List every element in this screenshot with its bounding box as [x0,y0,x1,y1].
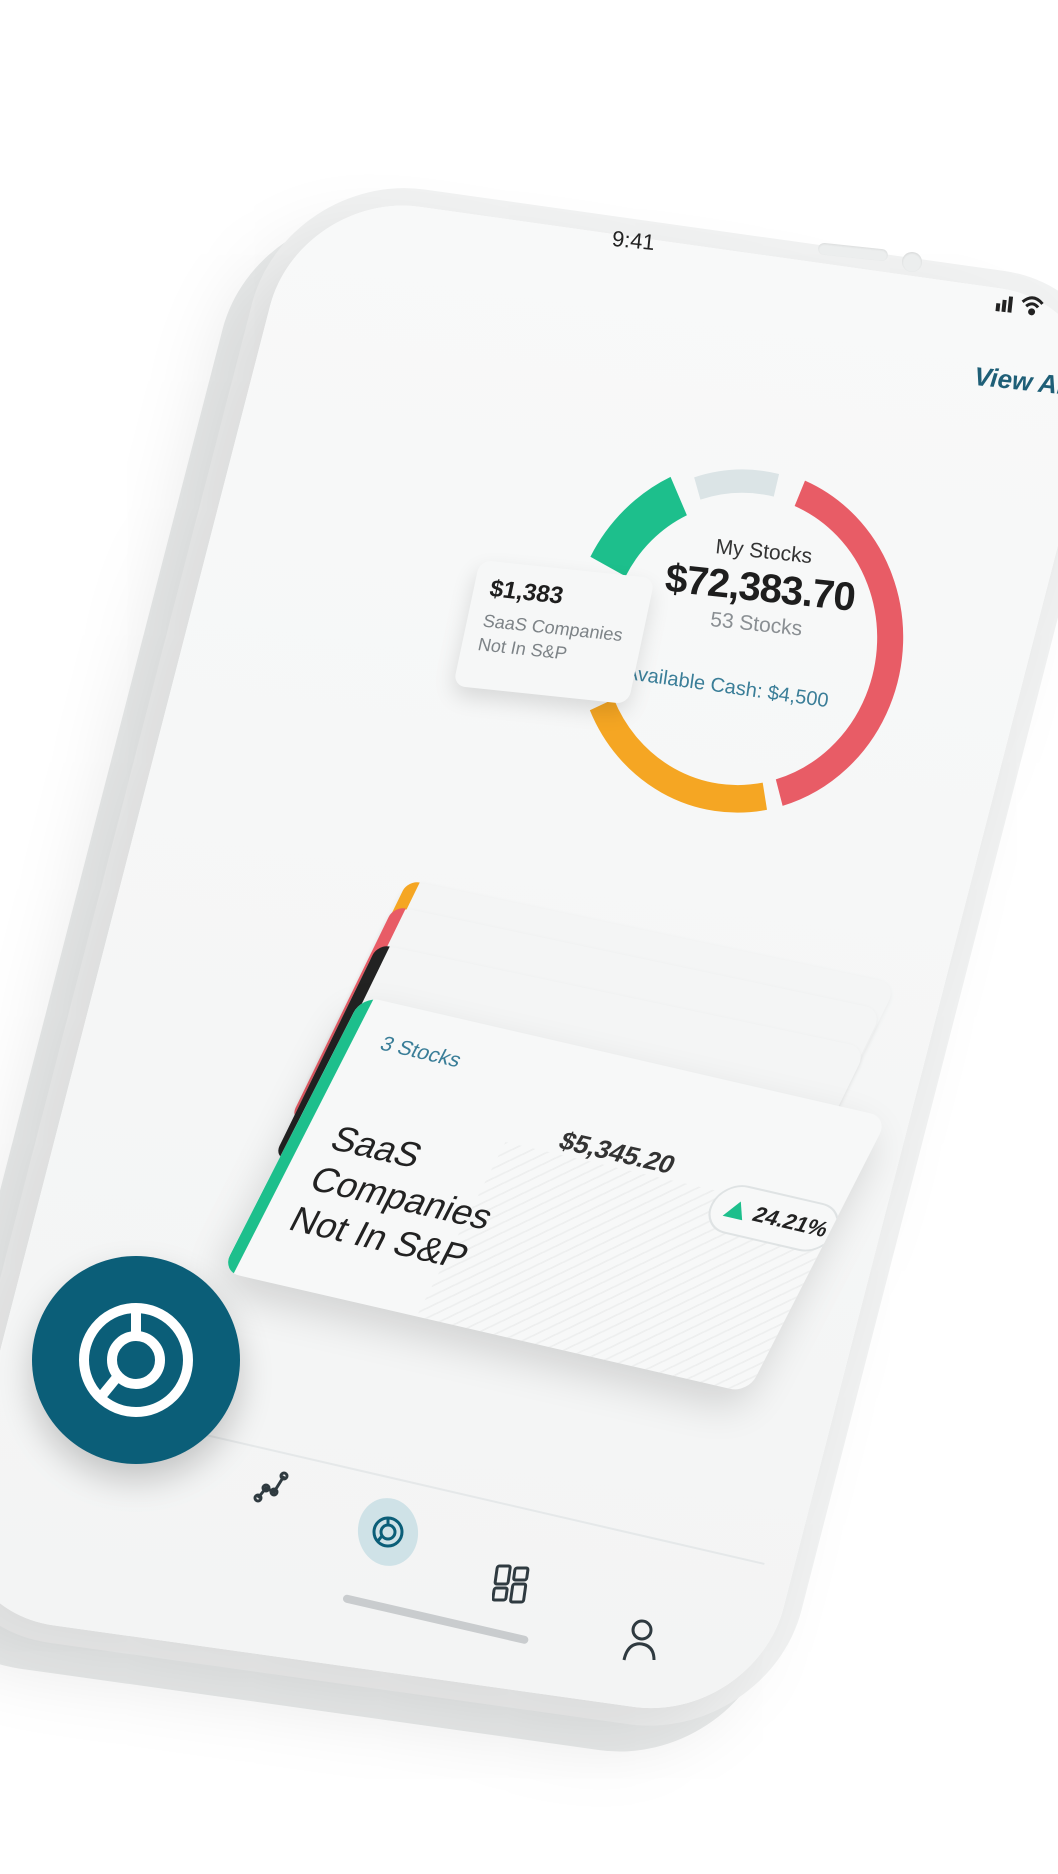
view-all-link[interactable]: View All [973,361,1058,402]
segment-tooltip: $1,383 SaaS Companies Not In S&P [453,559,655,705]
nav-item-dashboard[interactable] [492,1562,536,1606]
portfolio-donut-icon [372,1516,404,1548]
signal-icon [995,296,1014,313]
grid-icon [492,1564,530,1604]
nav-item-trends[interactable] [252,1466,292,1506]
nav-item-profile[interactable] [618,1616,662,1664]
front-camera [902,252,922,272]
arrow-up-icon [722,1199,751,1221]
status-indicators [993,289,1056,326]
portfolio-badge [32,1256,240,1464]
card-stock-count: 3 Stocks [376,1032,466,1072]
status-time: 9:41 [610,225,657,256]
speaker-grille [817,242,889,262]
portfolio-donut-icon [79,1303,193,1417]
phone-screen: 9:41 View All My Stocks $72,383.70 53 St… [0,0,1058,1874]
user-icon [622,1619,656,1661]
tooltip-label: SaaS Companies Not In S&P [476,609,629,671]
nav-item-portfolio-icon [368,1512,408,1552]
chart-line-icon [253,1471,289,1503]
change-percent: 24.21% [748,1201,833,1242]
wifi-icon [1021,296,1044,316]
stage: 9:41 View All My Stocks $72,383.70 53 St… [0,0,1058,1874]
